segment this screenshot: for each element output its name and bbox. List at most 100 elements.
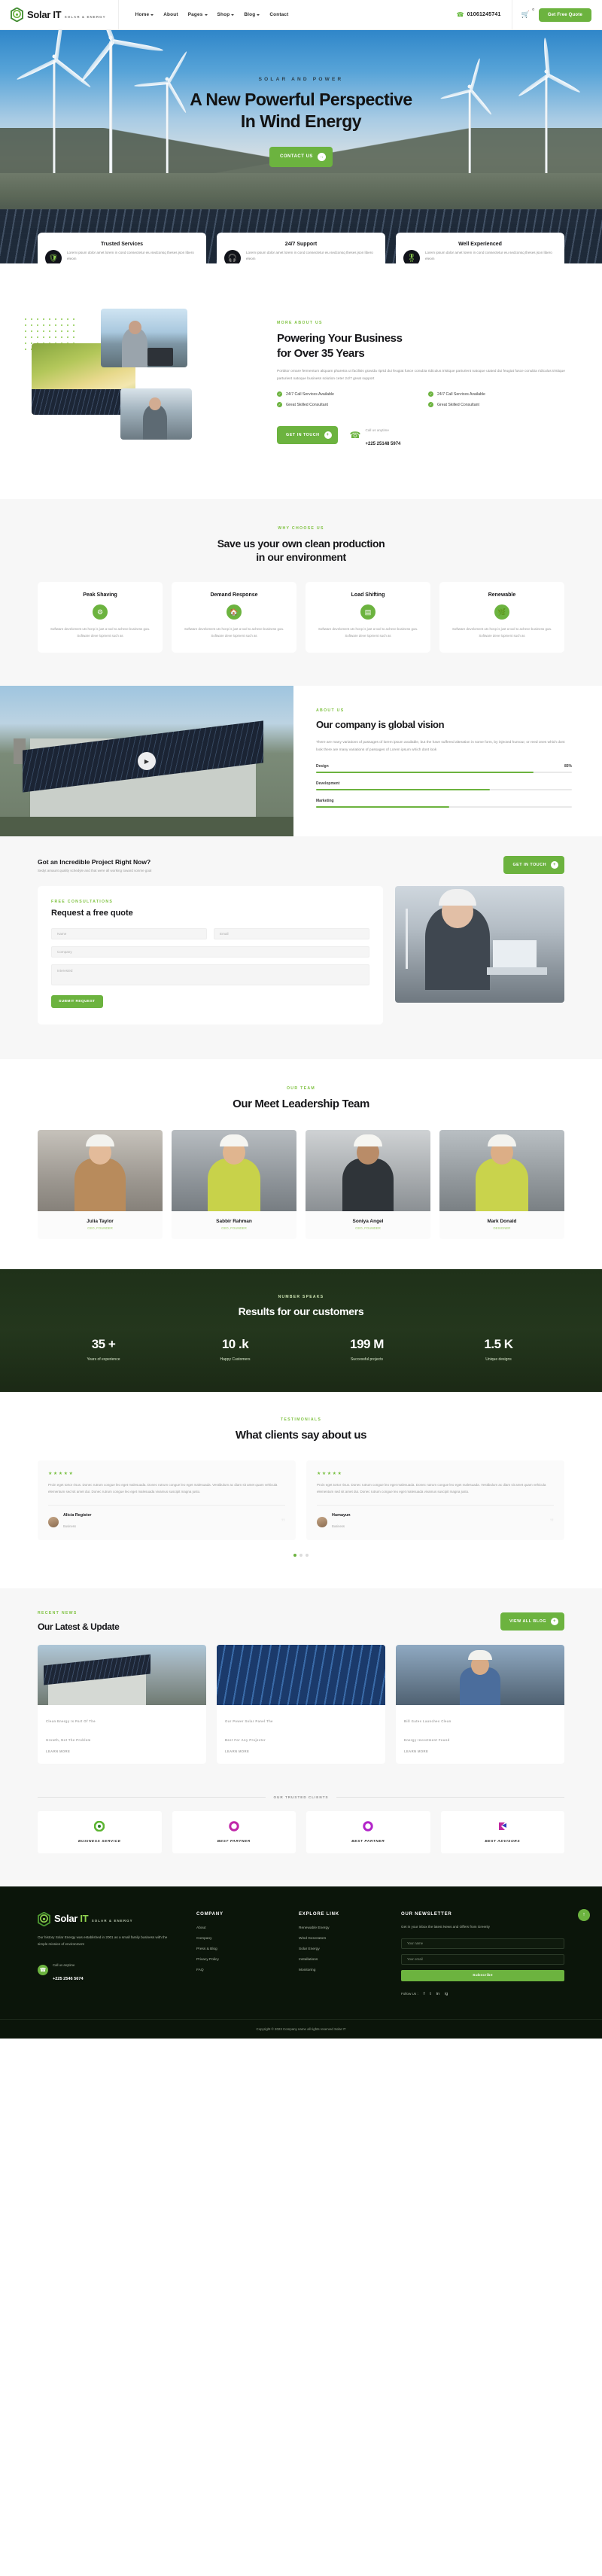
feature-card[interactable]: 24/7 Support 🎧 Lorem ipsum dolor amet lo… [217,233,385,263]
team-card[interactable]: Mark Donald DESIGNER [439,1129,564,1239]
feature-text: Lorem ipsum dolor amet lorem in cond con… [67,251,194,261]
newsletter-name-input[interactable]: Your name [401,1938,564,1949]
about-call-block[interactable]: ☎ Call us anytime +225 25148 5974 [350,422,401,449]
footer-link[interactable]: Solar Energy [299,1947,382,1951]
get-in-touch-button[interactable]: GET IN TOUCH + [277,426,338,445]
footer-contact[interactable]: ☎ Call us anytime +225 2546 5674 [38,1956,177,1984]
footer-link[interactable]: FAQ [196,1969,279,1972]
submit-request-button[interactable]: SUBMIT REQUEST [51,995,103,1009]
footer-link[interactable]: About [196,1926,279,1930]
team-name: Mark Donald [487,1218,517,1224]
testimonial-name: Alicia Register [63,1512,92,1518]
client-logo[interactable]: BEST PARTNER [306,1810,430,1853]
blog-card[interactable]: Clean Energy Is Part Of The Growth, Not T… [38,1645,206,1764]
carousel-dot[interactable] [299,1553,303,1557]
hero-section: SOLAR AND POWER A New Powerful Perspecti… [0,30,602,263]
facebook-icon[interactable]: f [424,1992,425,1996]
newsletter-email-input[interactable]: Your email [401,1953,564,1965]
carousel-dot[interactable] [306,1553,309,1557]
footer-link[interactable]: Renewable Energy [299,1926,382,1930]
blog-card[interactable]: Our Power Solar Panel The Best For Any Pr… [217,1645,385,1764]
interested-field[interactable]: Interested [51,964,369,986]
name-field[interactable]: Name [51,928,207,940]
footer-link[interactable]: Press & Blog [196,1947,279,1951]
view-all-blog-button[interactable]: VIEW ALL BLOG + [500,1612,564,1631]
blog-learn-more[interactable]: LEARN MORE [225,1749,377,1753]
testimonial-role: Business [63,1524,76,1528]
nav-item-blog[interactable]: Blog [244,12,260,17]
footer-brand-tagline: SOLAR & ENERGY [91,1919,133,1923]
client-logo[interactable]: BUSINESS SERVICE [38,1810,162,1853]
footer-link[interactable]: Wind Generators [299,1937,382,1941]
vision-kicker: ABOUT US [316,708,345,714]
blog-learn-more[interactable]: LEARN MORE [46,1749,198,1753]
footer-link[interactable]: Installations [299,1958,382,1962]
blog-image [217,1645,385,1706]
linkedin-icon[interactable]: in [436,1992,439,1996]
header-phone[interactable]: ☎ 01061245741 [457,0,512,30]
about-lead: Porttitor ornare fermentum aliquam phare… [277,370,565,381]
quote-image-engineer [395,886,564,1003]
why-card-text: Software develoment uts hcnp is just a t… [318,627,418,638]
newsletter-title: OUR NEWSLETTER [401,1911,452,1917]
hero-button-label: CONTACT US [280,154,313,160]
blog-image [38,1645,206,1706]
footer-link[interactable]: Privacy Policy [196,1958,279,1962]
quote-get-in-touch-button[interactable]: GET IN TOUCH + [503,856,564,875]
carousel-dot[interactable] [293,1553,296,1557]
about-section: MORE ABOUT US Powering Your Business for… [23,263,579,499]
why-card[interactable]: Demand Response 🏠 Software develoment ut… [172,582,296,653]
why-card[interactable]: Peak Shaving ⚙ Software develoment uts h… [38,582,163,653]
nav-item-home[interactable]: Home [135,12,154,17]
client-logo[interactable]: BEST PARTNER [172,1810,296,1853]
why-card[interactable]: Load Shifting ▤ Software develoment uts … [306,582,430,653]
cart-button[interactable]: 🛒 0 [512,8,539,19]
why-card[interactable]: Renewable 🌿 Software develoment uts hcnp… [439,582,564,653]
quote-mark-icon: ” [549,1517,555,1527]
feature-title: Trusted Services [100,242,144,247]
site-logo[interactable]: Solar IT SOLAR & ENERGY [11,0,119,30]
get-free-quote-button[interactable]: Get Free Quote [538,8,591,22]
hero-contact-button[interactable]: CONTACT US → [269,146,333,167]
nav-item-contact[interactable]: Contact [269,12,288,17]
about-images [23,307,263,469]
blog-title-line-2: Energy Investment Found [404,1737,450,1742]
team-card[interactable]: Sabbir Rahman CEO, FOUNDER [172,1129,296,1239]
email-field[interactable]: Email [214,928,369,940]
client-logo[interactable]: BEST ADVISORS [440,1810,564,1853]
team-role: DESIGNER [493,1226,511,1230]
back-to-top-button[interactable]: ↑ [578,1908,590,1921]
footer-logo[interactable]: Solar IT SOLAR & ENERGY [38,1911,177,1926]
blog-title-line-1: Clean Energy Is Part Of The [46,1719,96,1724]
feature-card[interactable]: Trusted Services 🛡 Lorem ipsum dolor ame… [38,233,206,263]
vision-video-thumbnail[interactable]: ▶ [0,686,293,837]
team-card[interactable]: Soniya Angel CEO, FOUNDER [306,1129,430,1239]
footer-newsletter: OUR NEWSLETTER Get in your inbox the lat… [401,1912,564,1996]
nav-item-shop[interactable]: Shop [217,12,235,17]
nav-item-pages[interactable]: Pages [188,12,208,17]
footer-link[interactable]: Company [196,1937,279,1941]
arrow-right-icon: → [317,152,326,161]
blog-section: RECENT NEWS Our Latest & Update VIEW ALL… [0,1588,602,1791]
nav-item-about[interactable]: About [163,12,178,17]
instagram-icon[interactable]: ig [445,1992,448,1996]
blog-card[interactable]: Bill Gates Launches Clean Energy Investme… [396,1645,564,1764]
blog-learn-more[interactable]: LEARN MORE [404,1749,556,1753]
testimonial-card: ★★★★★ Proin eget tortor risus. Donec rut… [38,1460,296,1540]
phone-icon: ☎ [38,1964,48,1975]
vision-title: Our company is global vision [316,719,445,731]
team-card[interactable]: Julia Taylor CEO, FOUNDER [38,1129,163,1239]
twitter-icon[interactable]: t [430,1992,431,1996]
footer-link[interactable]: Monitoring [299,1969,382,1972]
feature-card[interactable]: Well Experienced 🎖 Lorem ipsum dolor ame… [396,233,564,263]
blog-title-line-2: Growth, Not The Problem [46,1737,91,1742]
play-icon[interactable]: ▶ [138,752,156,771]
testimonial-card: ★★★★★ Proin eget tortor risus. Donec rut… [306,1460,564,1540]
chevron-down-icon [204,14,208,16]
stat-item: 1.5 K Unique designs [433,1337,564,1362]
blog-title: Our Latest & Update [38,1621,120,1632]
footer-about-text: Our history Solar Energy was established… [38,1935,168,1946]
company-field[interactable]: Company [51,946,369,958]
quote-header: Got an Incredible Project Right Now? Sed… [38,856,564,875]
newsletter-subscribe-button[interactable]: Subscribe [401,1969,564,1981]
